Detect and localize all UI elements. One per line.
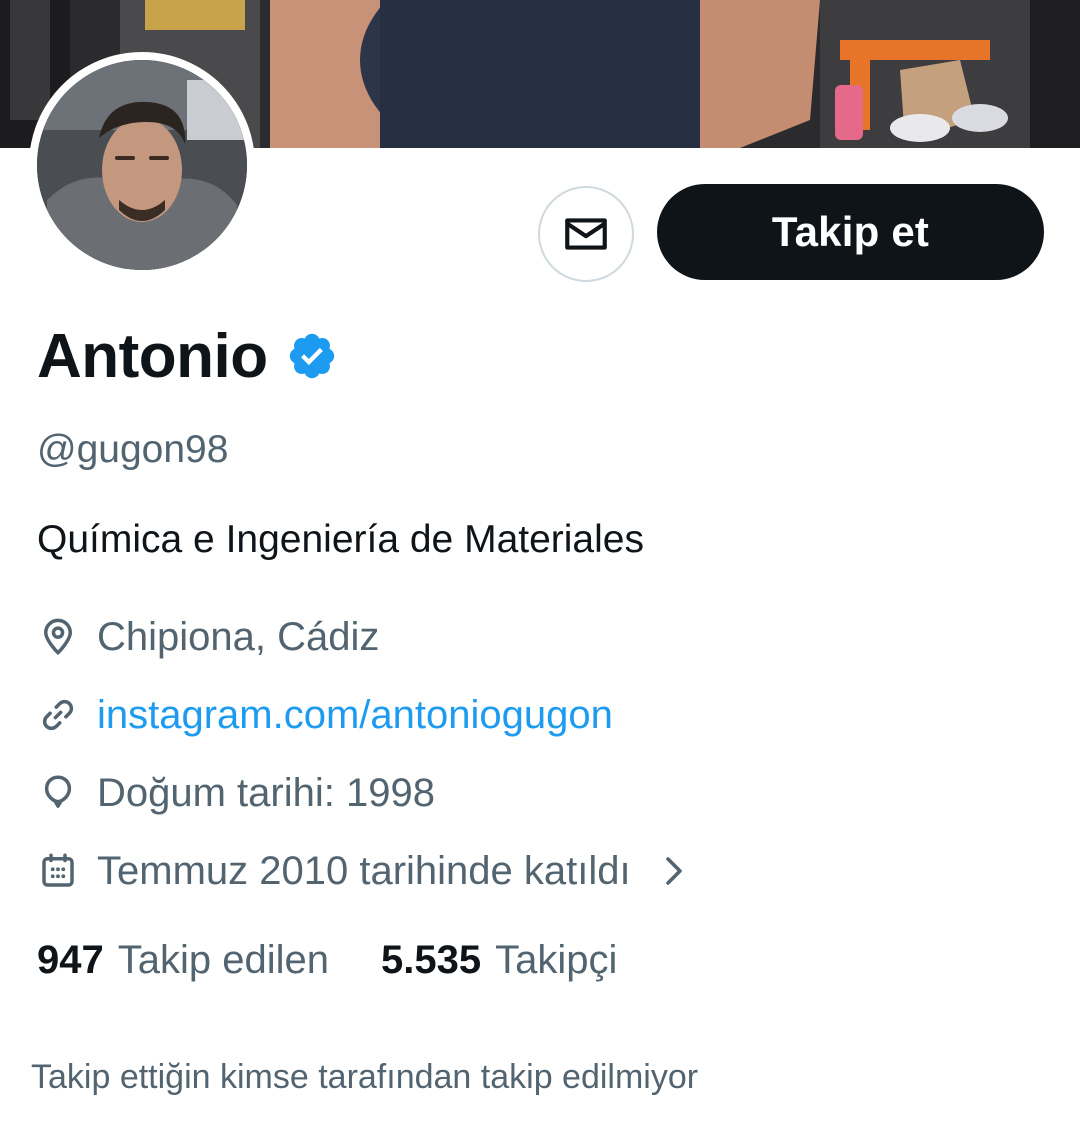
avatar-image <box>37 60 247 270</box>
location-row: Chipiona, Cádiz <box>37 612 379 662</box>
display-name: Antonio <box>37 321 268 391</box>
birthday-row: Doğum tarihi: 1998 <box>37 768 435 818</box>
username-handle: @gugon98 <box>37 428 229 471</box>
profile-page: Takip et Antonio @gugon98 Química e Inge… <box>0 0 1080 1141</box>
avatar-ring <box>29 52 255 278</box>
birthday-text: Doğum tarihi: 1998 <box>97 770 435 815</box>
follow-stats: 947 Takip edilen 5.535 Takipçi <box>37 938 617 983</box>
follow-button[interactable]: Takip et <box>657 184 1044 280</box>
followers-stat[interactable]: 5.535 Takipçi <box>381 938 617 983</box>
following-label: Takip edilen <box>117 938 329 982</box>
bio: Química e Ingeniería de Materiales <box>37 518 644 561</box>
balloon-icon <box>44 775 72 808</box>
website-row: instagram.com/antoniogugon <box>37 690 613 740</box>
followers-count: 5.535 <box>381 938 482 982</box>
chevron-right-icon[interactable] <box>659 853 689 889</box>
joined-text: Temmuz 2010 tarihinde katıldı <box>97 848 631 893</box>
location-pin-icon <box>44 618 72 655</box>
avatar[interactable] <box>37 60 247 270</box>
message-button[interactable] <box>538 186 634 282</box>
website-link[interactable]: instagram.com/antoniogugon <box>97 693 613 738</box>
link-icon <box>42 699 74 731</box>
verified-badge-icon[interactable] <box>286 330 338 382</box>
not-followed-notice: Takip ettiğin kimse tarafından takip edi… <box>31 1058 699 1096</box>
joined-row[interactable]: Temmuz 2010 tarihinde katıldı <box>37 846 689 896</box>
followers-label: Takipçi <box>495 938 618 982</box>
mail-icon <box>565 218 607 250</box>
following-stat[interactable]: 947 Takip edilen <box>37 938 329 983</box>
location-text: Chipiona, Cádiz <box>97 614 380 659</box>
calendar-icon <box>42 853 74 887</box>
following-count: 947 <box>37 938 104 982</box>
name-row: Antonio <box>37 318 338 394</box>
